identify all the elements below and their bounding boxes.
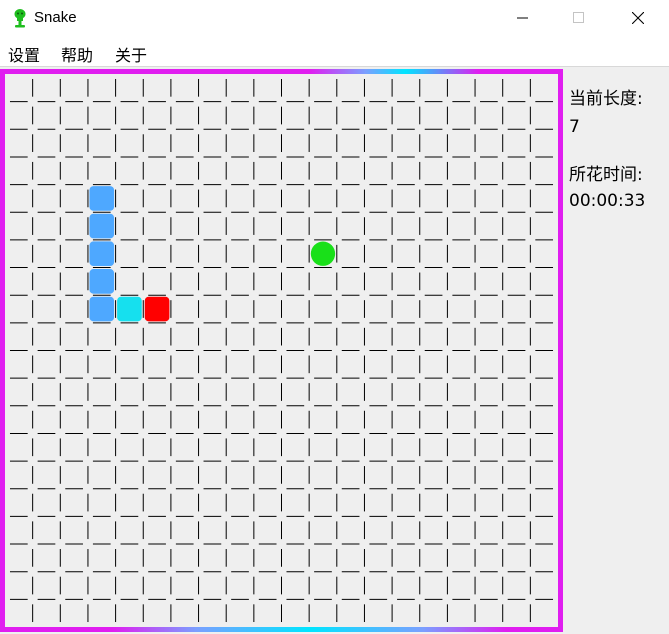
snake-body-segment — [89, 269, 115, 294]
board-border-bottom — [0, 627, 563, 632]
board-border-top — [0, 69, 563, 74]
length-label: 当前长度: — [569, 89, 643, 109]
minimize-button[interactable] — [500, 0, 546, 36]
minimize-icon — [517, 17, 528, 19]
snake-body-segment — [89, 213, 115, 239]
snake-head — [144, 296, 170, 322]
snake-neck-segment — [117, 296, 142, 322]
title-bar: Snake — [0, 0, 669, 36]
menu-bar: 设置 帮助 关于 — [0, 36, 669, 67]
maximize-icon — [573, 12, 584, 23]
snake-body-segment — [89, 241, 115, 267]
board-border-right — [558, 69, 563, 632]
close-icon — [632, 12, 644, 24]
menu-settings[interactable]: 设置 — [8, 42, 40, 66]
length-value: 7 — [569, 117, 580, 137]
maximize-button[interactable] — [556, 0, 602, 36]
menu-about[interactable]: 关于 — [115, 42, 147, 66]
game-board[interactable] — [0, 69, 563, 632]
food-pellet — [310, 241, 336, 266]
menu-help[interactable]: 帮助 — [61, 42, 93, 66]
snake-body-segment — [89, 296, 115, 322]
time-label: 所花时间: — [569, 165, 643, 185]
board-border-left — [0, 69, 5, 632]
snake-body-segment — [89, 186, 115, 211]
food-layer — [310, 241, 336, 266]
window-title: Snake — [34, 9, 77, 26]
app-icon — [14, 9, 26, 28]
close-button[interactable] — [615, 0, 661, 36]
time-value: 00:00:33 — [569, 191, 646, 211]
